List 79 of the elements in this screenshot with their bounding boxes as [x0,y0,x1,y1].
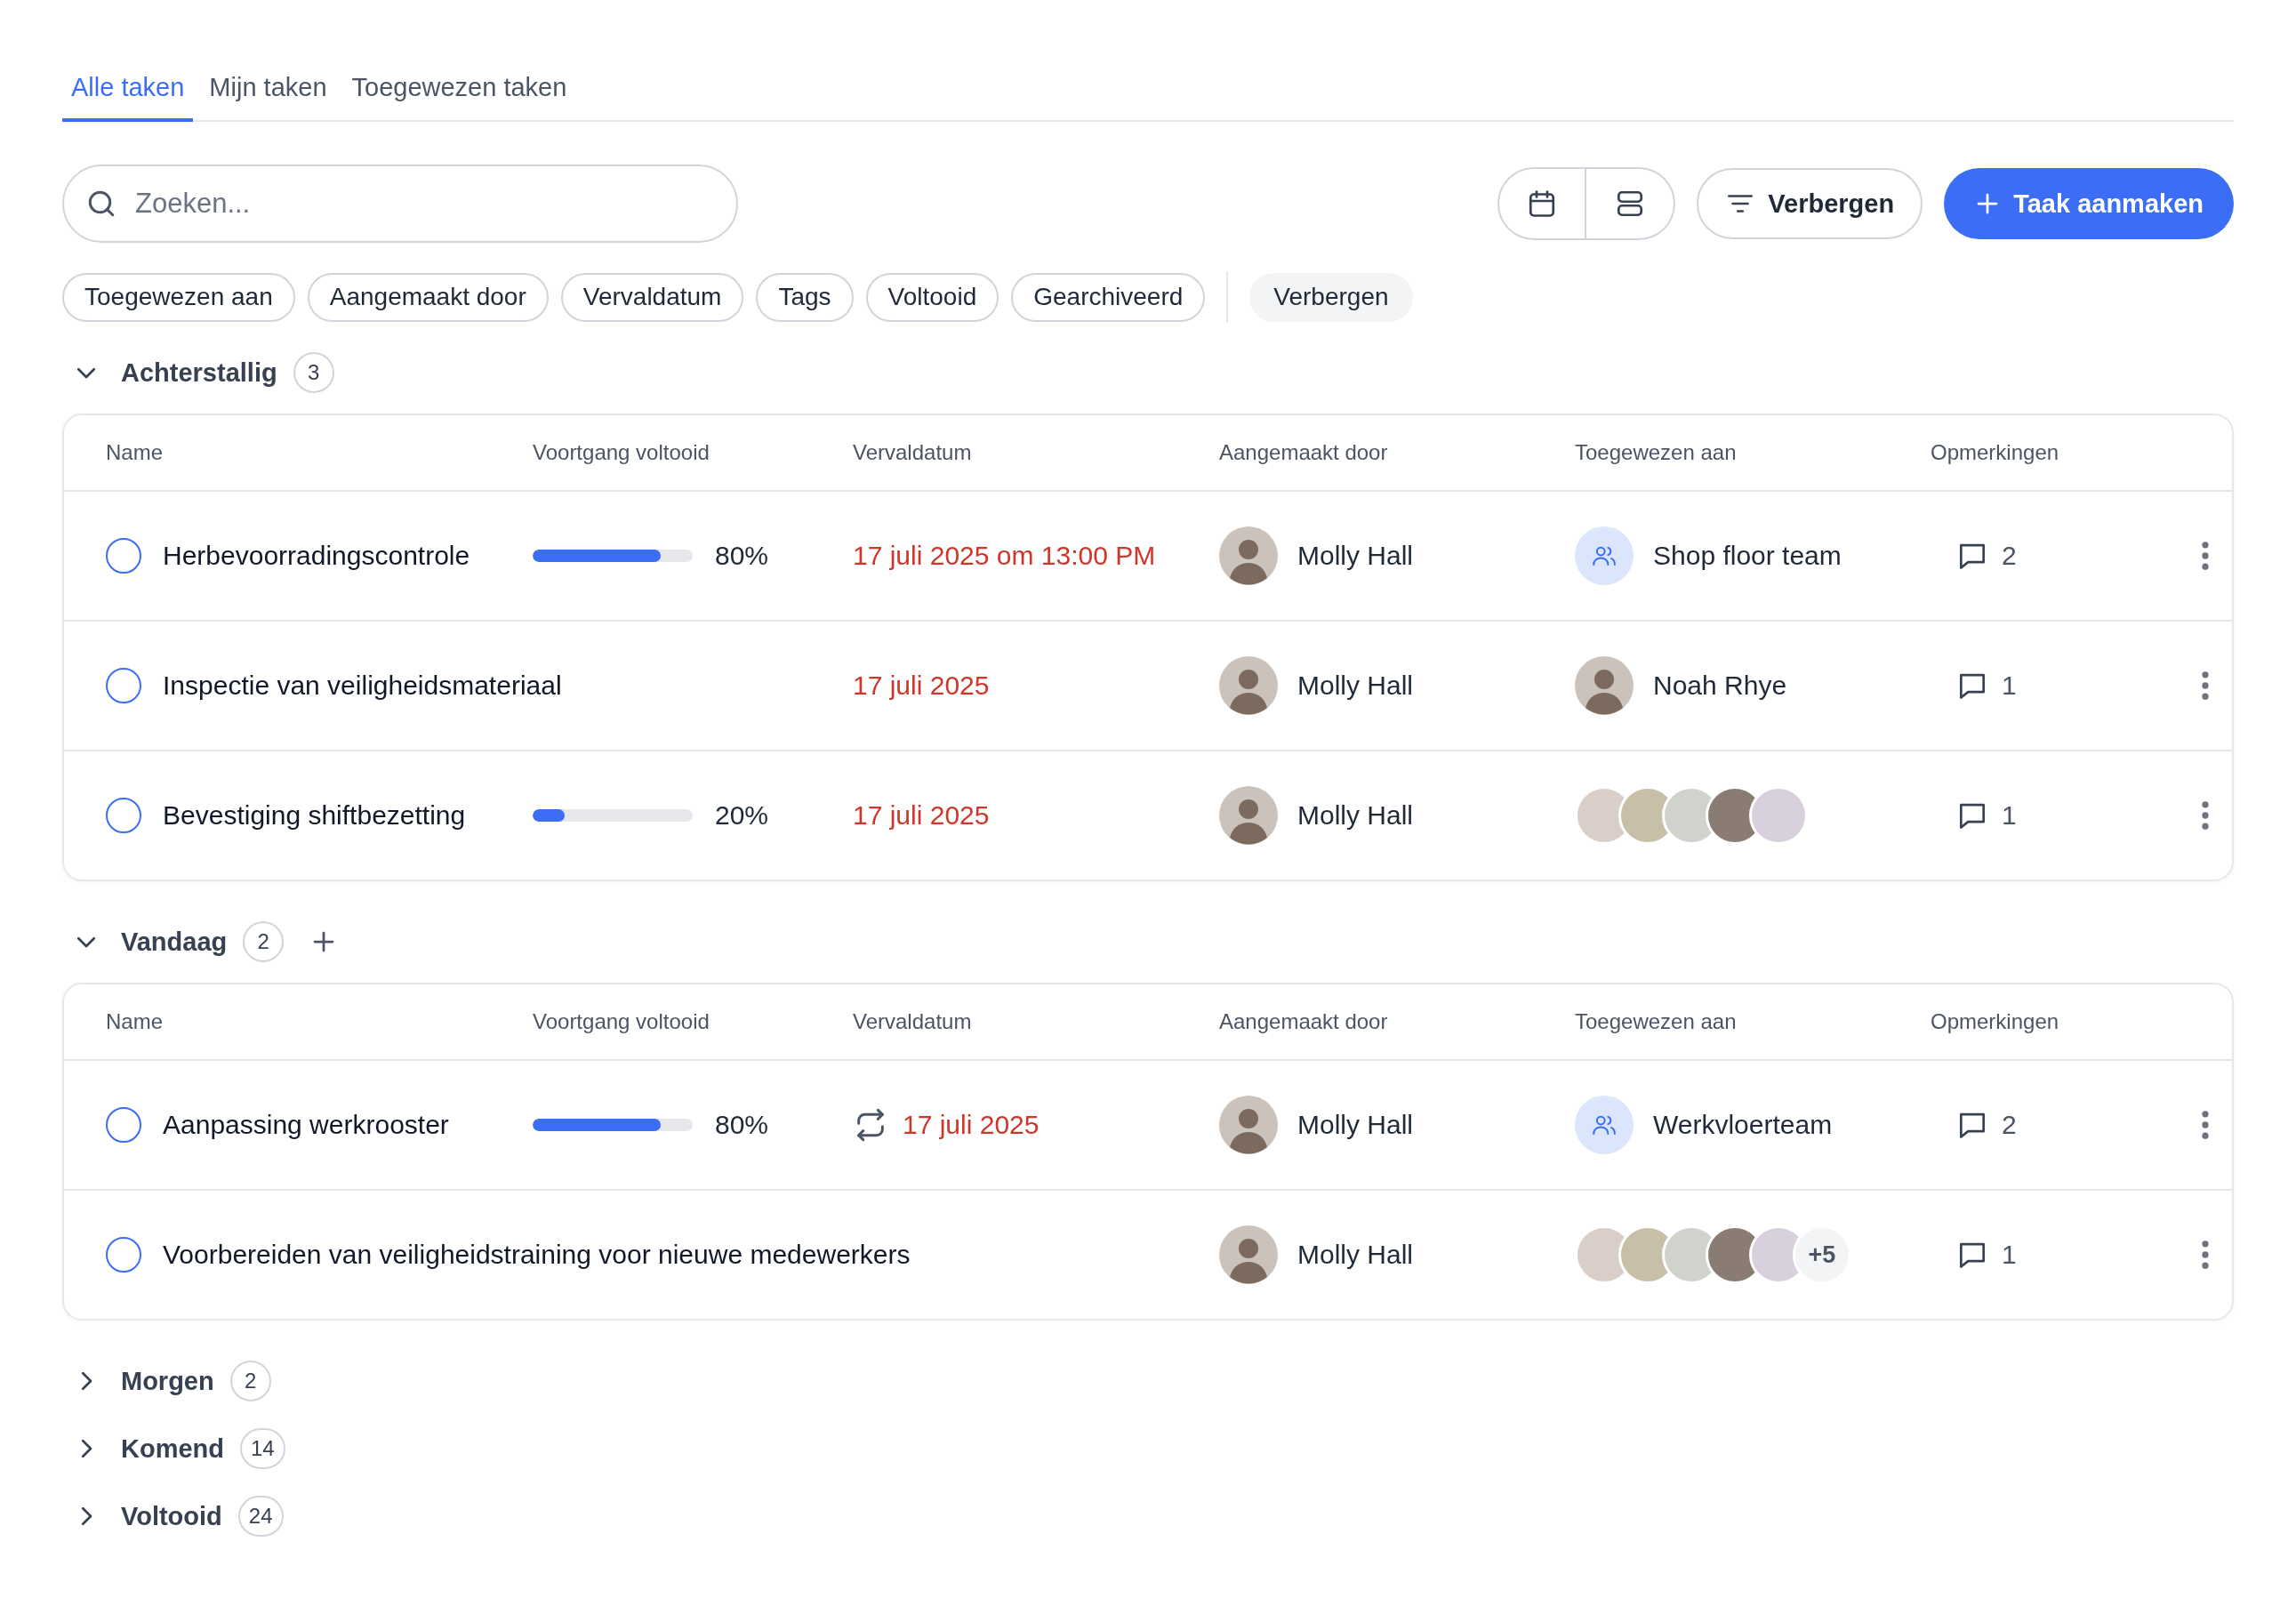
column-header: Opmerkingen [1931,1009,2060,1034]
task-checkbox[interactable] [106,1237,141,1273]
task-name: Herbevoorradingscontrole [163,541,470,571]
creator-name: Molly Hall [1297,541,1414,571]
due-date: 17 juli 2025 [903,1110,1040,1140]
avatar-photo [1219,1096,1278,1154]
creator-name: Molly Hall [1297,671,1414,701]
progress-percent: 80% [715,1110,769,1140]
column-header: Name [106,1009,165,1034]
filter-chip[interactable]: Tags [756,272,854,322]
count-badge: 14 [240,1428,285,1469]
column-header: Toegewezen aan [1575,440,1738,465]
column-header: Toegewezen aan [1575,1009,1738,1034]
more-options-icon[interactable] [2201,1240,2210,1270]
assignee-name: Noah Rhye [1653,671,1787,701]
section-title: Morgen [121,1366,214,1396]
task-checkbox[interactable] [106,538,141,574]
comment-count: 1 [2002,671,2017,701]
count-badge: 2 [229,1361,271,1401]
create-task-button[interactable]: Taak aanmaken [1944,168,2234,239]
tab[interactable]: Mijn taken [200,64,336,122]
assignee-name: Shop floor team [1653,541,1842,571]
section-title: Komend [121,1433,224,1464]
column-header: Opmerkingen [1931,440,2060,465]
assignee-name: Werkvloerteam [1653,1110,1833,1140]
task-name: Voorbereiden van veiligheidstraining voor nieuwe medewerkers [163,1240,911,1270]
avatar-photo [1219,1225,1278,1284]
avatar-photo [1219,786,1278,845]
more-options-icon[interactable] [2201,1110,2210,1140]
comment-count: 1 [2002,800,2017,831]
task-name: Inspectie van veiligheidsmateriaal [163,671,562,701]
avatar-photo [1219,526,1278,585]
filter-chip[interactable]: Toegewezen aan [62,272,295,322]
column-header: Vervaldatum [853,440,973,465]
column-header: Aangemaakt door [1219,440,1389,465]
section-title: Voltooid [121,1501,222,1531]
section-title: Achterstallig [121,357,277,388]
column-header: Name [106,440,165,465]
more-options-icon[interactable] [2201,671,2210,701]
creator-name: Molly Hall [1297,1110,1414,1140]
avatar-photo [1219,656,1278,715]
search-field[interactable]: Zoeken... [62,165,738,243]
progress-percent: 20% [715,800,769,831]
creator-name: Molly Hall [1297,800,1414,831]
column-header: Voortgang voltooid [533,1009,710,1034]
column-header: Aangemaakt door [1219,1009,1389,1034]
comment-count: 2 [2002,541,2017,571]
creator-name: Molly Hall [1297,1240,1414,1270]
task-checkbox[interactable] [106,668,141,703]
rows-view-button[interactable] [1586,167,1676,240]
filter-chip[interactable]: Voltooid [865,272,999,322]
tab[interactable]: Alle taken [62,64,194,122]
due-date: 17 juli 2025 [853,671,990,701]
task-name: Bevestiging shiftbezetting [163,800,466,831]
due-date: 17 juli 2025 [853,800,990,831]
progress-percent: 80% [715,541,769,571]
filter-chip[interactable]: Vervaldatum [560,272,744,322]
column-header: Vervaldatum [853,1009,973,1034]
column-header: Voortgang voltooid [533,440,710,465]
section-title: Vandaag [121,927,228,957]
task-checkbox[interactable] [106,798,141,833]
more-options-icon[interactable] [2201,541,2210,571]
due-date: 17 juli 2025 om 13:00 PM [853,541,1156,571]
tab[interactable]: Toegewezen taken [342,64,576,122]
hide-filters-button[interactable]: Verbergen [1249,272,1413,322]
filter-chip[interactable]: Aangemaakt door [307,272,549,322]
more-assignees-count: +5 [1793,1225,1851,1284]
filter-chip[interactable]: Gearchiveerd [1011,272,1206,322]
count-badge: 24 [237,1496,284,1537]
task-name: Aanpassing werkrooster [163,1110,449,1140]
hide-button[interactable]: Verbergen [1697,168,1923,239]
avatar-photo [1575,656,1634,715]
more-options-icon[interactable] [2201,800,2210,831]
count-badge: 3 [293,352,334,393]
count-badge: 2 [243,921,285,962]
calendar-view-button[interactable] [1497,167,1587,240]
comment-count: 2 [2002,1110,2017,1140]
task-checkbox[interactable] [106,1107,141,1143]
comment-count: 1 [2002,1240,2017,1270]
